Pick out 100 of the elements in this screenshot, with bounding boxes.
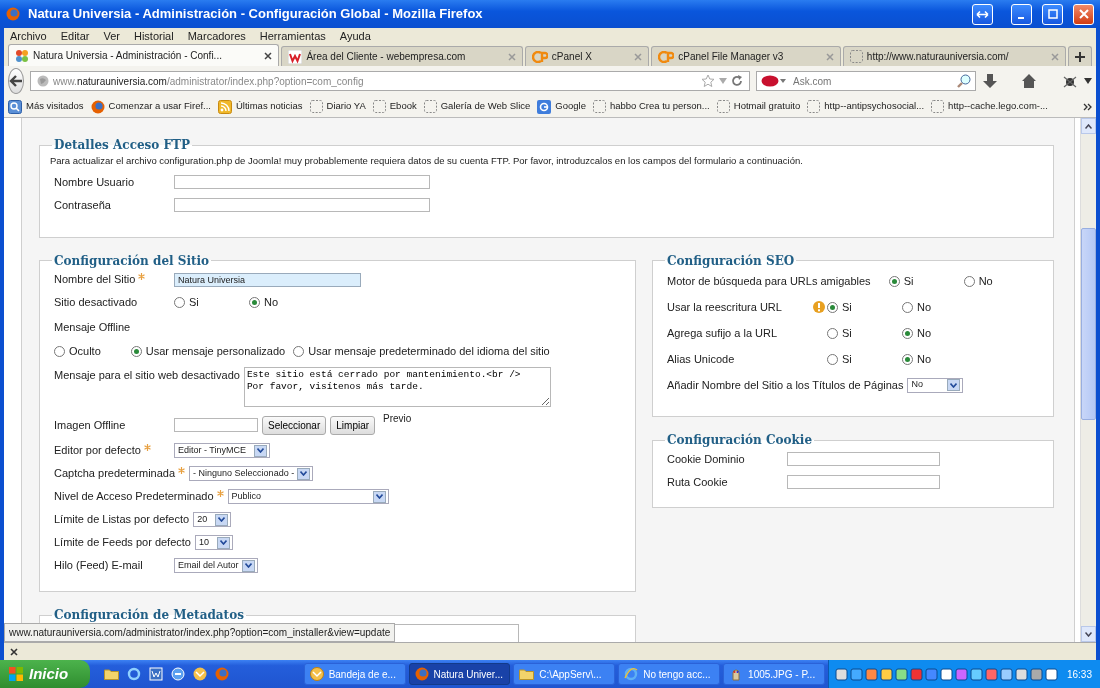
bookmark-item[interactable]: http--cache.lego.com-... xyxy=(931,99,1048,114)
taskbar-button[interactable]: Bandeja de e... xyxy=(303,663,406,685)
star-icon[interactable] xyxy=(701,74,715,88)
bookmark-item[interactable]: Google xyxy=(537,99,586,114)
mail-icon[interactable] xyxy=(193,667,208,681)
close-icon[interactable] xyxy=(10,647,18,656)
download-icon[interactable] xyxy=(982,73,998,89)
folder-icon[interactable] xyxy=(104,668,120,680)
text-area[interactable]: Este sitio está cerrado por mantenimiento.<br /> Por favor, visítenos más tarde. xyxy=(243,367,551,408)
resize-icon[interactable] xyxy=(976,9,989,19)
radio-button[interactable] xyxy=(249,297,260,309)
restore-button[interactable] xyxy=(972,3,993,25)
radio-button[interactable] xyxy=(902,301,913,313)
dropdown-icon[interactable] xyxy=(1084,78,1092,84)
bookmark-item[interactable]: habbo Crea tu person... xyxy=(592,99,710,114)
field-label: Alias Unicode xyxy=(667,351,735,367)
chevron-icon[interactable] xyxy=(1083,102,1092,111)
radio-button[interactable] xyxy=(827,327,838,339)
bug-icon[interactable] xyxy=(1062,74,1078,88)
menu-item[interactable]: Editar xyxy=(60,28,90,44)
caret-icon[interactable] xyxy=(300,471,308,477)
taskbar-button[interactable]: 1005.JPG - P... xyxy=(723,663,825,685)
back-arrow-icon[interactable] xyxy=(9,75,23,87)
bookmark-item[interactable]: Hotmail gratuito xyxy=(716,99,801,114)
maximize-icon[interactable] xyxy=(1047,9,1058,19)
close-icon[interactable] xyxy=(264,51,273,60)
input-field[interactable] xyxy=(787,451,940,466)
browser-icon[interactable] xyxy=(127,667,142,681)
dropdown[interactable]: Publico xyxy=(227,489,389,505)
caret-icon[interactable] xyxy=(219,540,227,546)
address-bar[interactable]: www.naturauniversia.com/administrator/index.php?option=com_config xyxy=(30,71,750,91)
bookmark-item[interactable]: Comenzar a usar Firef... xyxy=(90,99,211,114)
select-button[interactable]: Seleccionar xyxy=(262,415,327,435)
dropdown[interactable]: - Ninguno Seleccionado - xyxy=(189,466,314,482)
browser-tab[interactable]: cPanel File Manager v3 xyxy=(651,46,841,66)
caret-icon[interactable] xyxy=(375,494,383,500)
input-field[interactable] xyxy=(174,418,258,433)
app-icon[interactable] xyxy=(171,667,186,681)
browser-tab[interactable]: cPanel X xyxy=(524,46,650,66)
browser-tab[interactable]: http://www.naturauniversia.com/ xyxy=(842,46,1067,66)
radio-button[interactable] xyxy=(888,275,900,287)
search-field[interactable]: Ask.com xyxy=(791,72,949,90)
bookmark-item[interactable]: Galería de Web Slice xyxy=(423,99,531,114)
plus-icon[interactable] xyxy=(1075,51,1086,62)
browser-tab[interactable]: Área del Cliente - webempresa.com xyxy=(281,46,523,66)
radio-button[interactable] xyxy=(902,327,913,339)
taskbar-button[interactable]: C:\AppServ\... xyxy=(513,663,616,685)
input-field[interactable] xyxy=(174,175,430,190)
bookmark-item[interactable]: Más visitados xyxy=(8,99,84,114)
scroll-down-icon[interactable] xyxy=(1085,631,1092,637)
taskbar-button[interactable]: Natura Univer... xyxy=(408,663,511,685)
radio-button[interactable] xyxy=(130,346,142,358)
clear-button[interactable]: Limpiar xyxy=(330,415,376,435)
radio-button[interactable] xyxy=(963,275,975,287)
scrollbar[interactable] xyxy=(1080,118,1096,642)
radio-button[interactable] xyxy=(54,346,65,358)
bookmark-item[interactable]: Ebook xyxy=(372,99,417,114)
word-icon[interactable] xyxy=(149,667,164,681)
bookmark-item[interactable]: http--antipsychosocial... xyxy=(807,99,925,114)
bookmark-item[interactable]: Últimas noticias xyxy=(218,99,303,114)
menu-item[interactable]: Ayuda xyxy=(339,28,371,44)
menu-item[interactable]: Archivo xyxy=(10,28,47,44)
radio-button[interactable] xyxy=(827,353,838,365)
reload-icon[interactable] xyxy=(731,75,743,87)
radio-button[interactable] xyxy=(902,353,913,365)
input-field[interactable] xyxy=(787,474,940,489)
dropdown[interactable]: Email del Autor xyxy=(174,558,258,574)
search-bar[interactable]: Ask.com xyxy=(756,71,976,91)
caret-icon[interactable] xyxy=(244,563,252,569)
radio-button[interactable] xyxy=(174,297,185,309)
menu-item[interactable]: Historial xyxy=(133,28,174,44)
input-field[interactable]: Natura Universia xyxy=(174,272,361,287)
dropdown[interactable]: No xyxy=(907,377,964,393)
field-label: Ruta Cookie xyxy=(667,474,728,490)
menu-item[interactable]: Ver xyxy=(103,28,120,44)
maximize-button[interactable] xyxy=(1042,3,1063,25)
dropdown[interactable]: 20 xyxy=(193,512,232,528)
browser-tab[interactable]: Natura Universia - Administración - Confi... xyxy=(8,44,280,66)
close-button[interactable] xyxy=(1073,3,1094,25)
radio-button[interactable] xyxy=(827,301,838,313)
minimize-button[interactable] xyxy=(1011,3,1032,25)
input-field[interactable] xyxy=(174,198,430,213)
w-logo-icon xyxy=(288,49,303,64)
taskbar-button[interactable]: No tengo acc... xyxy=(618,663,721,685)
system-tray-drawing[interactable] xyxy=(834,666,1061,682)
back-button[interactable] xyxy=(8,68,24,94)
menu-item[interactable]: Herramientas xyxy=(259,28,326,44)
caret-icon[interactable] xyxy=(218,517,226,523)
menu-item[interactable]: Marcadores xyxy=(187,28,246,44)
blank-page-icon xyxy=(931,100,945,113)
new-tab-button[interactable] xyxy=(1068,46,1093,66)
home-icon[interactable] xyxy=(1021,73,1038,89)
caret-icon[interactable] xyxy=(950,382,958,388)
scroll-up-icon[interactable] xyxy=(1085,123,1092,129)
dropdown[interactable]: 10 xyxy=(194,535,233,551)
dropdown[interactable]: Editor - TinyMCE xyxy=(174,443,270,459)
bookmark-item[interactable]: Diario YA xyxy=(309,99,366,114)
caret-icon[interactable] xyxy=(257,448,264,454)
radio-button[interactable] xyxy=(293,346,305,358)
search-icon[interactable] xyxy=(957,74,971,88)
